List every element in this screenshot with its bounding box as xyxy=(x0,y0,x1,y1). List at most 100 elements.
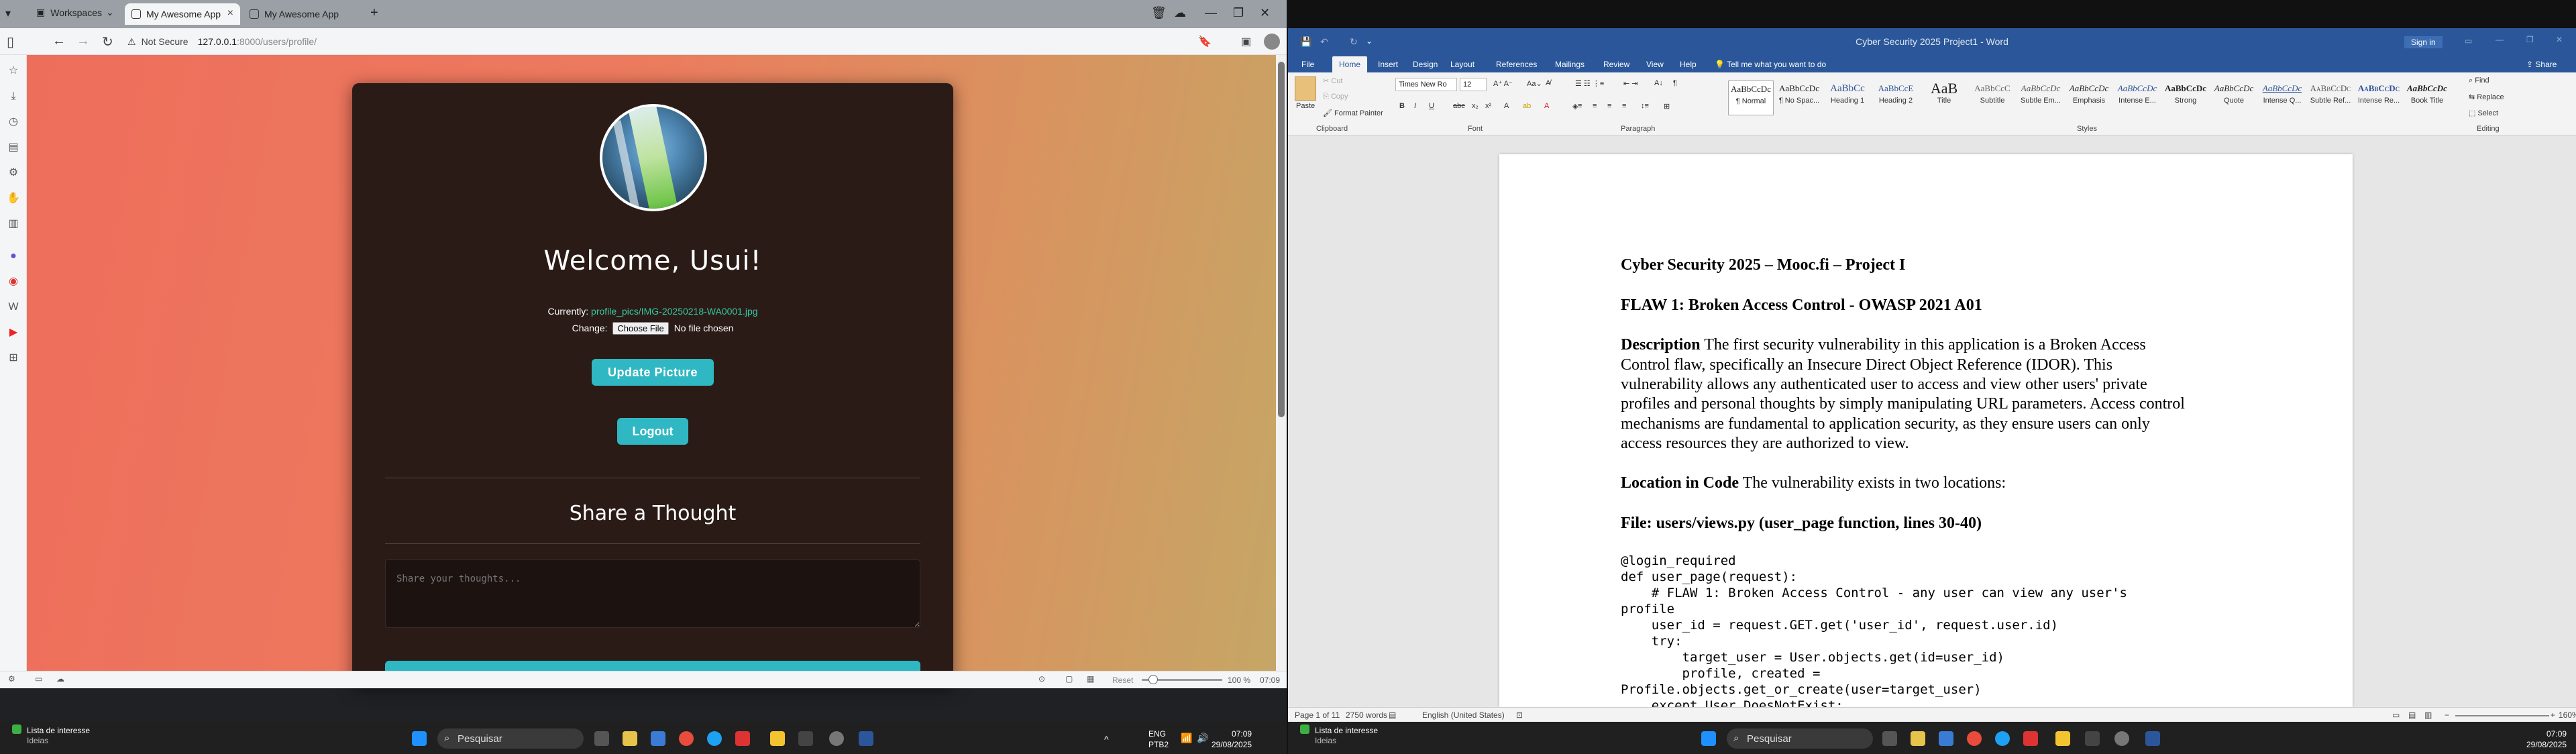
downloads-icon[interactable]: ⤓ xyxy=(7,90,20,103)
proofing-icon[interactable]: ▤ xyxy=(1389,710,1396,720)
minimize-button[interactable]: — xyxy=(1205,6,1217,20)
choose-file-button[interactable]: Choose File xyxy=(612,322,669,335)
capture-icon[interactable]: ⊙ xyxy=(1038,674,1045,684)
tools-icon[interactable]: ✋ xyxy=(7,192,20,205)
print-layout-icon[interactable]: ▤ xyxy=(2408,710,2416,720)
replace-button[interactable]: ⇆ Replace xyxy=(2469,93,2504,101)
photos-icon[interactable] xyxy=(651,731,665,746)
change-case-icon[interactable]: Aa⌄ xyxy=(1527,79,1542,88)
cut-button[interactable]: ✂ Cut xyxy=(1323,76,1342,85)
store-icon[interactable] xyxy=(623,731,637,746)
sign-in-button[interactable]: Sign in xyxy=(2404,36,2443,48)
taskbar-clock[interactable]: 07:09 29/08/2025 xyxy=(2526,729,2567,750)
start-button[interactable] xyxy=(1701,731,1716,746)
new-tab-button[interactable]: + xyxy=(370,5,378,21)
tab-active[interactable]: My Awesome App × xyxy=(125,3,240,25)
paste-icon[interactable] xyxy=(1295,76,1316,101)
tab-second[interactable]: My Awesome App xyxy=(243,3,358,25)
style-intense-quote[interactable]: AaBbCcDc Intense Q... xyxy=(2259,80,2305,115)
style-intense-reference[interactable]: AaBbCcDc Intense Re... xyxy=(2356,80,2402,115)
zoom-out-icon[interactable]: − xyxy=(2445,710,2449,720)
weather-widget[interactable]: Lista de interesse Ideias xyxy=(27,726,90,746)
collections-icon[interactable]: ▤ xyxy=(7,141,20,154)
tab-design[interactable]: Design xyxy=(1413,60,1438,69)
task-view-icon[interactable] xyxy=(1882,731,1897,746)
taskbar-search[interactable]: ⌕ Pesquisar xyxy=(437,729,584,749)
style-subtle-reference[interactable]: AaBbCcDc Subtle Ref... xyxy=(2308,80,2353,115)
align-center-icon[interactable]: ≡ xyxy=(1593,102,1597,110)
extension-icon[interactable]: ▣ xyxy=(1241,35,1251,48)
tab-references[interactable]: References xyxy=(1496,60,1537,69)
history-icon[interactable]: ◷ xyxy=(7,115,20,129)
reload-icon[interactable]: ↻ xyxy=(102,34,113,50)
word-zoom-slider[interactable] xyxy=(2455,715,2549,716)
underline-button[interactable]: U xyxy=(1429,102,1434,110)
start-button[interactable] xyxy=(412,731,427,746)
restore-button[interactable]: ❐ xyxy=(1233,6,1244,20)
align-left-icon[interactable]: ≡ xyxy=(1578,102,1582,110)
zoom-slider-knob[interactable] xyxy=(1148,675,1158,684)
youtube-icon[interactable]: ▶ xyxy=(7,326,20,339)
superscript-button[interactable]: x² xyxy=(1485,102,1491,110)
bookmark-icon[interactable]: 🔖 xyxy=(1198,35,1212,48)
ribbon-display-icon[interactable]: ▭ xyxy=(2465,36,2472,46)
wifi-icon[interactable]: 📶 xyxy=(1181,733,1192,743)
workspaces-button[interactable]: ▣ Workspaces ⌄ xyxy=(36,7,114,18)
bold-button[interactable]: B xyxy=(1399,102,1405,110)
vivaldi-taskbar-icon[interactable] xyxy=(735,731,750,746)
tab-insert[interactable]: Insert xyxy=(1378,60,1398,69)
paste-button[interactable]: Paste xyxy=(1296,102,1315,110)
tab-close-icon[interactable]: × xyxy=(227,7,233,19)
trash-icon[interactable]: 🗑 xyxy=(1151,6,1167,20)
chrome-icon[interactable] xyxy=(679,731,694,746)
word-zoom-level[interactable]: 160% xyxy=(2559,710,2576,720)
zoom-in-icon[interactable]: + xyxy=(2551,710,2555,720)
back-icon[interactable]: ← xyxy=(52,34,66,49)
terminal-icon[interactable] xyxy=(2085,731,2100,746)
forward-icon[interactable]: → xyxy=(76,34,90,49)
language-status[interactable]: English (United States) xyxy=(1422,710,1505,720)
vivaldi-taskbar-icon[interactable] xyxy=(2023,731,2038,746)
word-minimize[interactable]: — xyxy=(2496,35,2504,44)
file-explorer-icon[interactable] xyxy=(770,731,785,746)
volume-icon[interactable]: 🔊 xyxy=(1197,733,1208,743)
taskbar-search[interactable]: ⌕ Pesquisar xyxy=(1727,729,1873,749)
wikipedia-icon[interactable]: W xyxy=(7,301,20,314)
italic-button[interactable]: I xyxy=(1414,102,1416,110)
terminal-icon[interactable] xyxy=(798,731,813,746)
word-taskbar-icon[interactable] xyxy=(2145,731,2160,746)
indent-icon[interactable]: ⇤ ⇥ xyxy=(1623,79,1638,88)
tab-home[interactable]: Home xyxy=(1332,56,1368,72)
add-panel-icon[interactable]: ⊞ xyxy=(7,352,20,365)
strikethrough-button[interactable]: abc xyxy=(1453,102,1465,110)
style-heading-2[interactable]: AaBbCcE Heading 2 xyxy=(1873,80,1919,115)
tab-file[interactable]: File xyxy=(1301,60,1314,69)
taskbar-clock[interactable]: 07:09 29/08/2025 xyxy=(1212,729,1252,750)
cloud-sync-icon[interactable]: ☁ xyxy=(56,674,64,684)
word-count[interactable]: 2750 words xyxy=(1346,710,1387,720)
favorites-icon[interactable]: ☆ xyxy=(7,64,20,78)
find-button[interactable]: ⌕ Find xyxy=(2469,76,2489,85)
sidebar-toggle-icon[interactable]: ▯ xyxy=(7,34,14,50)
style-emphasis[interactable]: AaBbCcDc Emphasis xyxy=(2066,80,2112,115)
tab-mailings[interactable]: Mailings xyxy=(1555,60,1585,69)
font-color-icon[interactable]: A xyxy=(1544,102,1549,110)
tab-review[interactable]: Review xyxy=(1603,60,1629,69)
task-view-icon[interactable] xyxy=(594,731,609,746)
grow-font-icon[interactable]: A⁺ A⁻ xyxy=(1493,79,1513,88)
tab-view[interactable]: View xyxy=(1646,60,1664,69)
format-painter-button[interactable]: 🖌 Format Painter xyxy=(1323,109,1383,117)
panel-icon[interactable]: ▭ xyxy=(35,674,42,684)
borders-icon[interactable]: ⊞ xyxy=(1664,102,1670,111)
settings-taskbar-icon[interactable] xyxy=(829,731,844,746)
word-taskbar-icon[interactable] xyxy=(859,731,873,746)
chrome-icon[interactable] xyxy=(1967,731,1982,746)
font-size-box[interactable]: 12 xyxy=(1460,78,1487,91)
style-title[interactable]: AaB Title xyxy=(1921,80,1967,115)
tray-overflow-icon[interactable]: ^ xyxy=(1104,734,1109,745)
justify-icon[interactable]: ≡ xyxy=(1622,102,1626,110)
file-explorer-icon[interactable] xyxy=(2055,731,2070,746)
close-window-button[interactable]: ✕ xyxy=(1260,6,1270,20)
edge-icon[interactable] xyxy=(707,731,722,746)
pilcrow-icon[interactable]: ¶ xyxy=(1673,79,1677,87)
